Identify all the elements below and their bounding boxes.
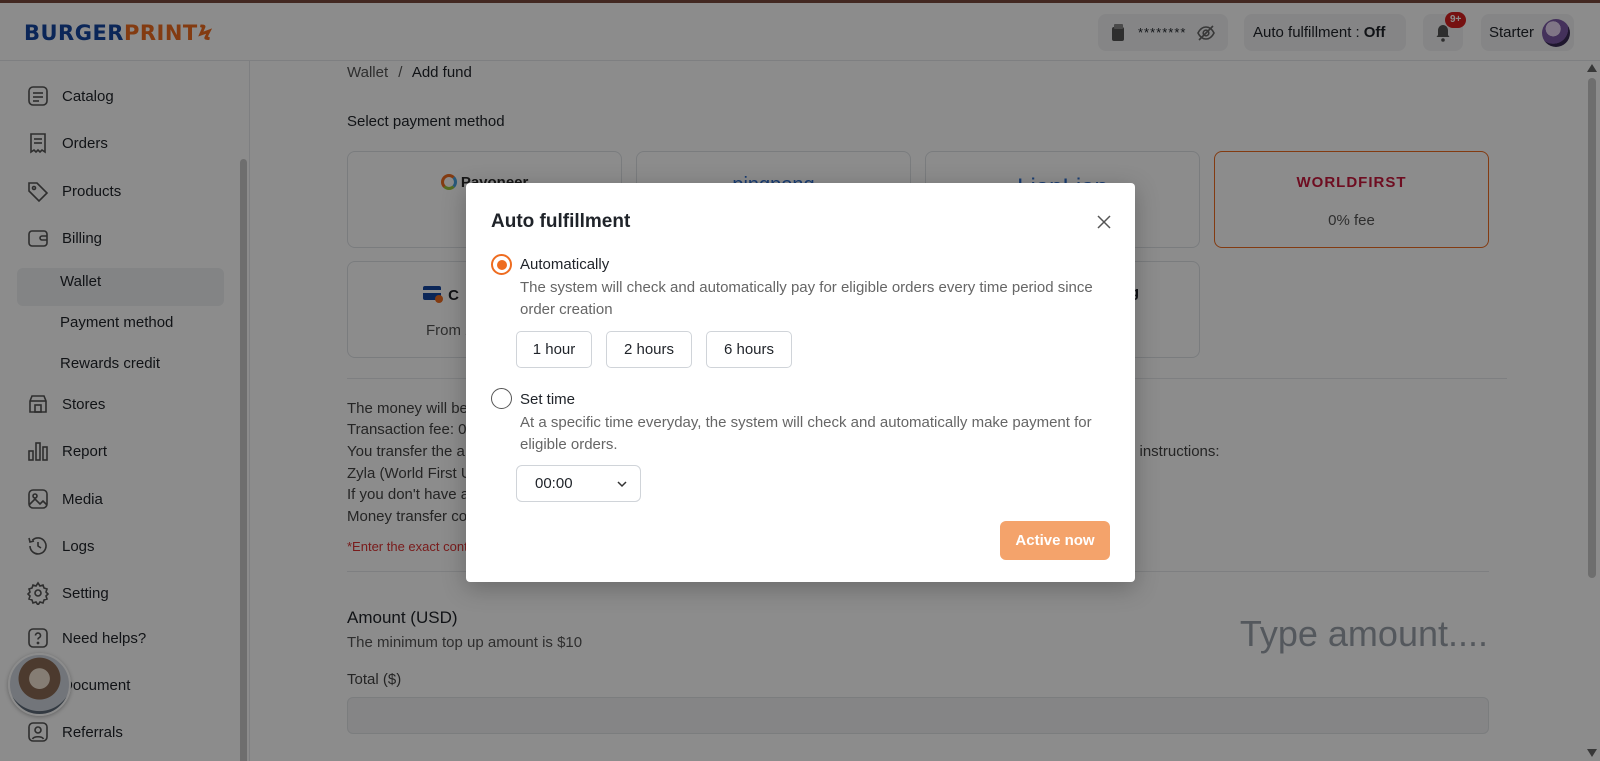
modal-title: Auto fulfillment: [491, 211, 631, 232]
time-select-value: 00:00: [535, 475, 573, 492]
close-icon[interactable]: [1096, 214, 1112, 230]
chevron-down-icon: [617, 481, 627, 488]
auto-fulfillment-modal: Auto fulfillment Automatically The syste…: [466, 183, 1135, 582]
interval-2-hours-button[interactable]: 2 hours: [606, 331, 692, 368]
interval-6-hours-button[interactable]: 6 hours: [706, 331, 792, 368]
active-now-button[interactable]: Active now: [1000, 521, 1110, 560]
time-select[interactable]: 00:00: [516, 465, 641, 502]
option-automatically-label[interactable]: Automatically: [520, 256, 609, 273]
radio-automatically[interactable]: [491, 254, 512, 275]
option-set-time-description: At a specific time everyday, the system …: [520, 414, 1092, 453]
radio-set-time[interactable]: [491, 388, 512, 409]
interval-1-hour-button[interactable]: 1 hour: [516, 331, 592, 368]
option-automatically-description: The system will check and automatically …: [520, 279, 1093, 318]
option-set-time-label[interactable]: Set time: [520, 391, 575, 408]
